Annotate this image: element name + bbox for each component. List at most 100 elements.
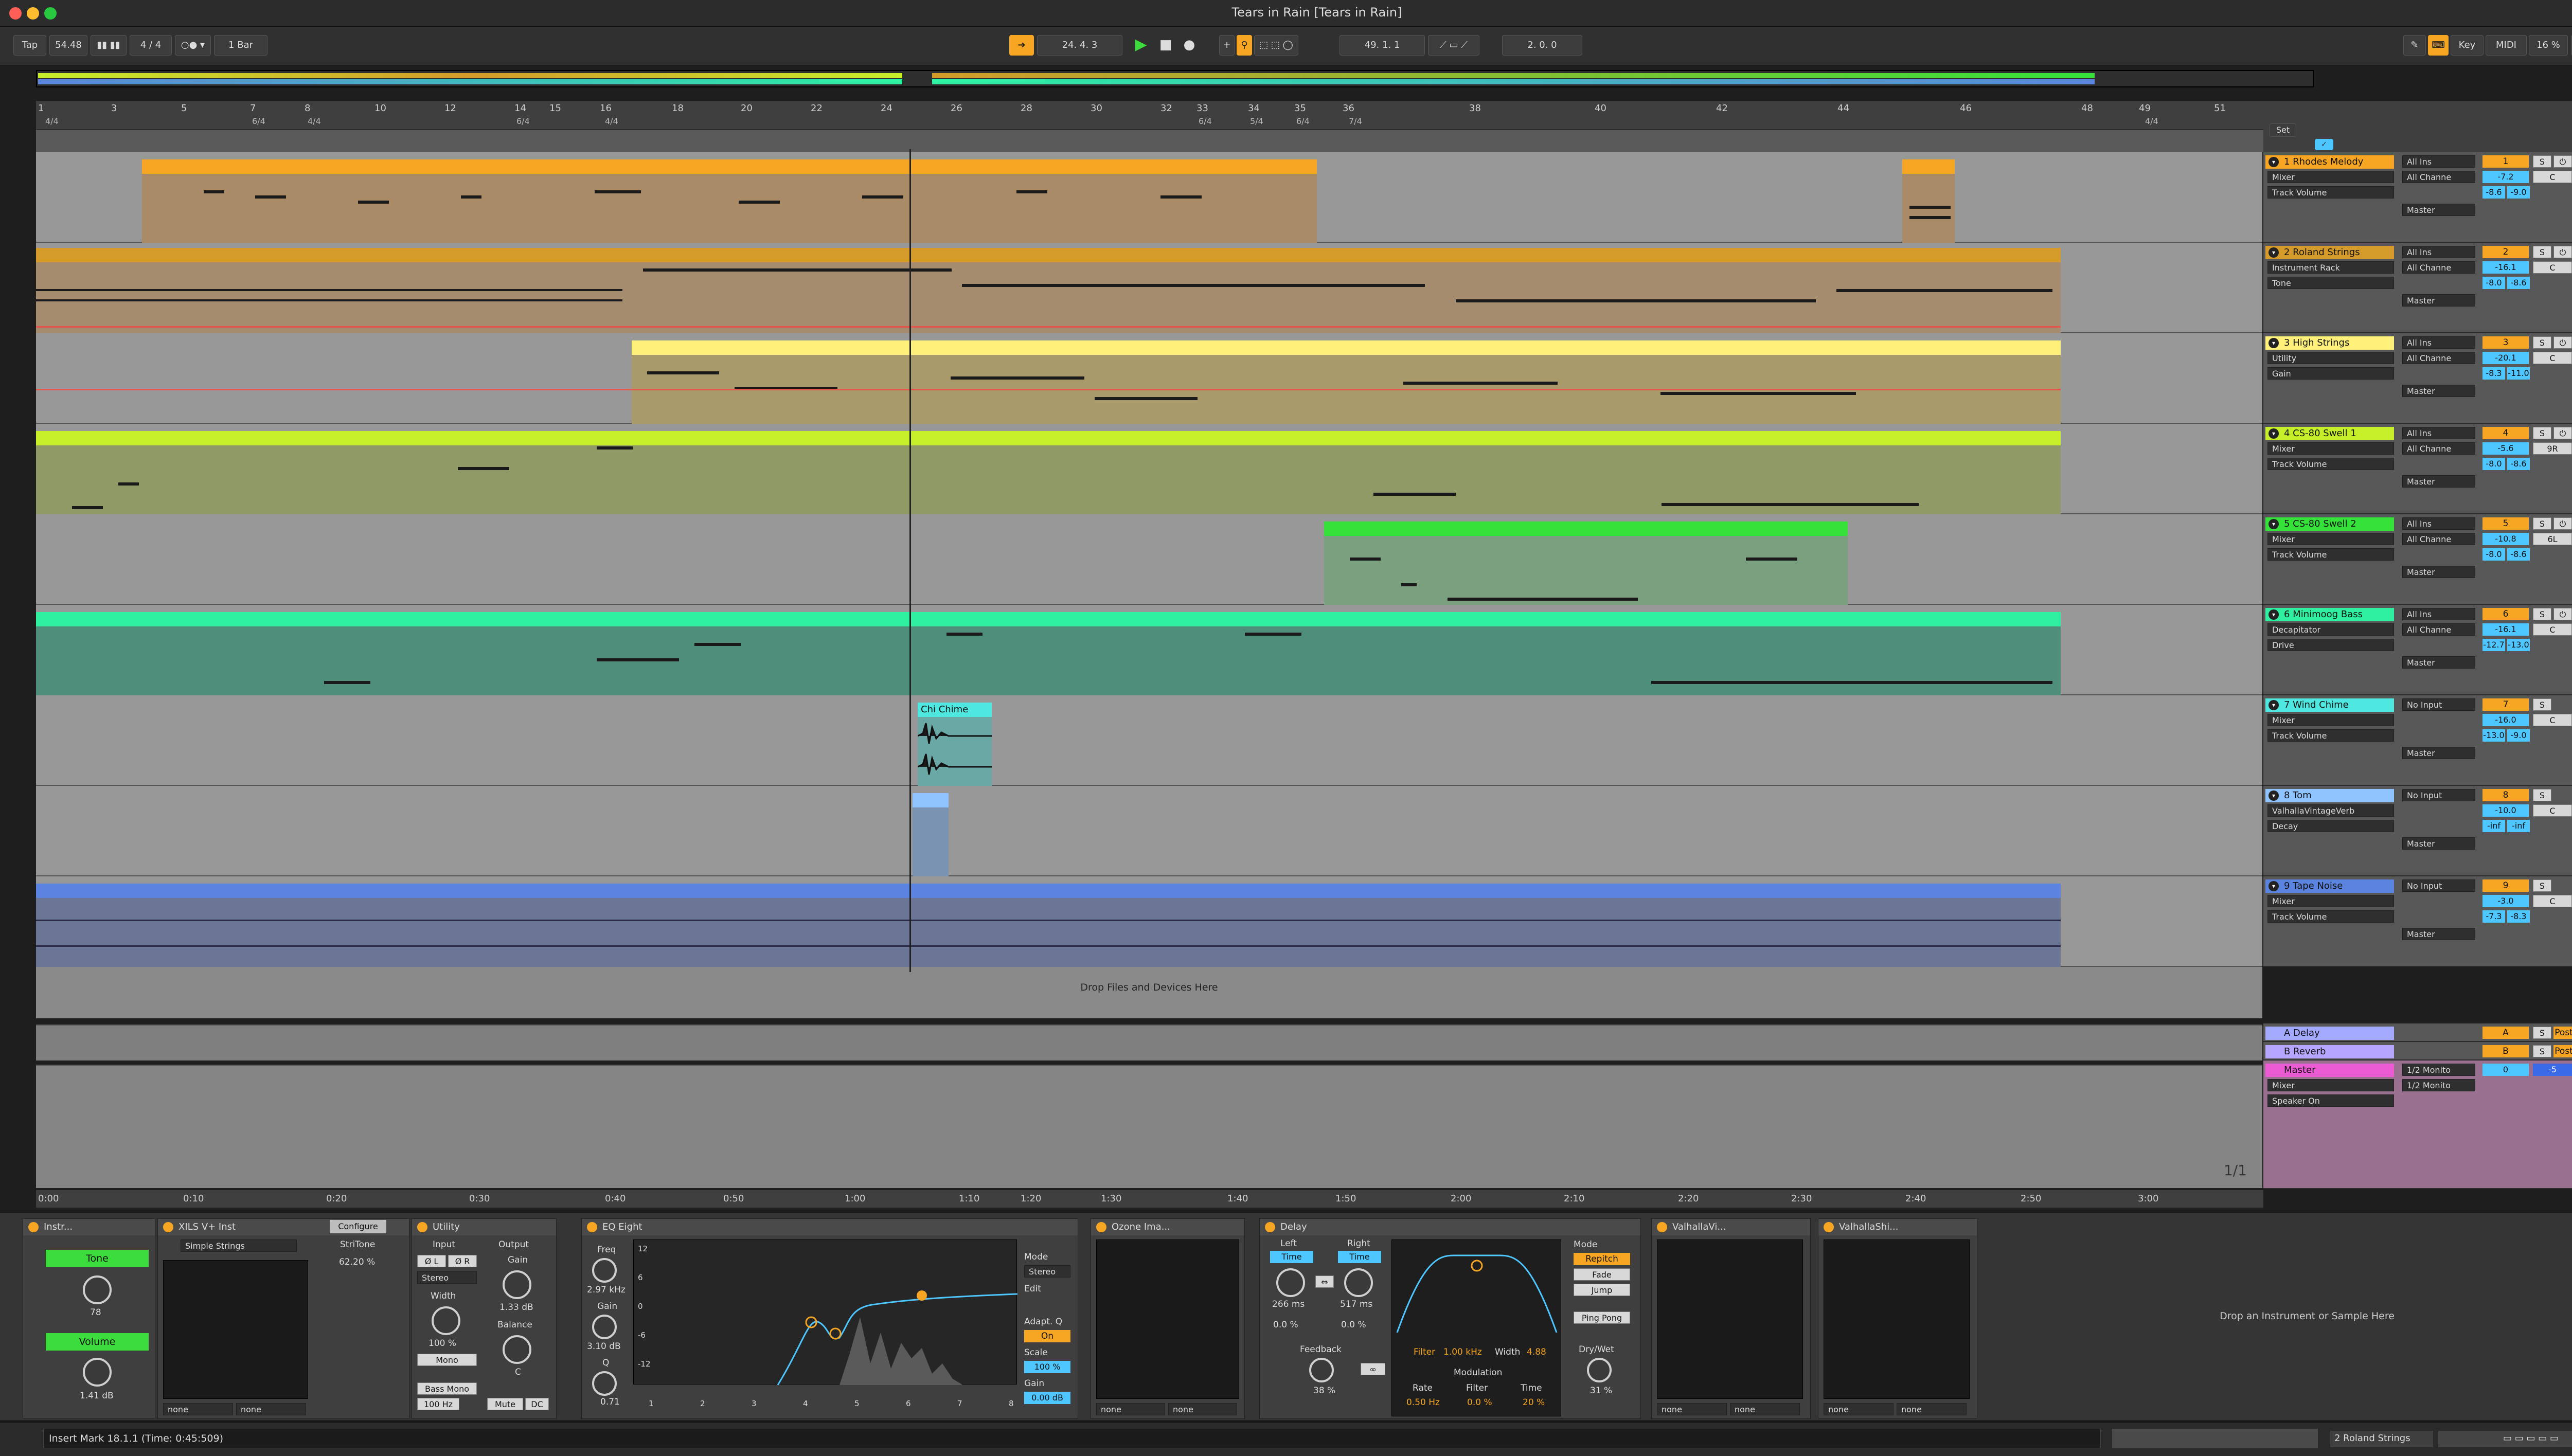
- track-activator[interactable]: 3: [2482, 336, 2529, 349]
- cue-volume[interactable]: 0: [2482, 1064, 2529, 1076]
- output-type[interactable]: Master: [2402, 204, 2475, 216]
- left-time-toggle[interactable]: Time: [1270, 1251, 1313, 1263]
- eq-eight-device[interactable]: EQ Eight Freq 2.97 kHz Gain 3.10 dB Q 0.…: [581, 1218, 1078, 1419]
- pan-field[interactable]: C: [2533, 171, 2572, 183]
- macro-tone-knob[interactable]: [83, 1275, 112, 1304]
- dry-wet-value[interactable]: 31 %: [1590, 1386, 1612, 1396]
- quantize-menu[interactable]: 1 Bar: [214, 35, 267, 56]
- band-8-toggle[interactable]: 8: [1009, 1399, 1014, 1408]
- track-header-6[interactable]: 6 Minimoog Bass ▾ Decapitator Drive All …: [2263, 605, 2572, 695]
- return-header-a[interactable]: A Delay A S Post: [2263, 1023, 2572, 1042]
- input-channel[interactable]: All Channe: [2402, 261, 2475, 274]
- filter-display[interactable]: Filter 1.00 kHz Width 4.88 Modulation Ra…: [1391, 1239, 1561, 1416]
- track-activator[interactable]: 7: [2482, 698, 2529, 711]
- output-chooser[interactable]: none: [1096, 1403, 1165, 1415]
- time-signature-marker[interactable]: 4/4: [45, 116, 59, 126]
- pan-field[interactable]: C: [2533, 261, 2572, 274]
- track-activator[interactable]: 2: [2482, 246, 2529, 258]
- output-chooser[interactable]: none: [1730, 1403, 1800, 1415]
- device-chooser[interactable]: Decapitator: [2267, 623, 2394, 636]
- stop-button[interactable]: ■: [1155, 35, 1176, 56]
- capture-buttons[interactable]: ⬚ ⬚ ◯: [1254, 35, 1298, 56]
- param-value[interactable]: 62.20 %: [339, 1257, 375, 1267]
- fold-icon[interactable]: ▾: [2269, 881, 2279, 891]
- solo-button[interactable]: S: [2533, 789, 2551, 801]
- midi-clip[interactable]: [1902, 159, 1955, 243]
- param-chooser[interactable]: Track Volume: [2267, 186, 2394, 199]
- output-type[interactable]: Master: [2402, 837, 2475, 850]
- track-name[interactable]: 4 CS-80 Swell 1: [2265, 427, 2394, 440]
- configure-button[interactable]: Configure: [330, 1220, 386, 1233]
- clip-header[interactable]: [142, 159, 1317, 174]
- track-name[interactable]: 7 Wind Chime: [2265, 698, 2394, 712]
- pan-field[interactable]: 6L: [2533, 533, 2572, 545]
- output-chooser[interactable]: none: [1168, 1403, 1237, 1415]
- arm-button[interactable]: ⏻: [2553, 155, 2572, 168]
- metronome-button[interactable]: ○● ▾: [175, 35, 211, 56]
- solo-button[interactable]: S: [2533, 1027, 2551, 1039]
- output-type[interactable]: Master: [2402, 747, 2475, 759]
- track-name[interactable]: 6 Minimoog Bass: [2265, 608, 2394, 621]
- pan-field[interactable]: C: [2533, 352, 2572, 364]
- device-chooser[interactable]: Mixer: [2267, 442, 2394, 455]
- track-name[interactable]: A Delay: [2265, 1027, 2394, 1040]
- plugin-display[interactable]: [1657, 1239, 1803, 1399]
- track-header-9[interactable]: 9 Tape Noise ▾ Mixer Track Volume No Inp…: [2263, 876, 2572, 967]
- track-name[interactable]: 5 CS-80 Swell 2: [2265, 517, 2394, 531]
- solo-button[interactable]: S: [2533, 427, 2551, 439]
- track-name[interactable]: 9 Tape Noise: [2265, 879, 2394, 893]
- send-b-field[interactable]: -11.0: [2507, 367, 2530, 380]
- volume-field[interactable]: -16.0: [2482, 714, 2529, 726]
- device-chooser[interactable]: Mixer: [2267, 714, 2394, 726]
- device-power-button[interactable]: [1657, 1222, 1667, 1232]
- output-chooser[interactable]: none: [1657, 1403, 1727, 1415]
- link-button[interactable]: ⇔: [1315, 1275, 1334, 1288]
- nudge-buttons[interactable]: ▮▮ ▮▮: [91, 35, 127, 56]
- device-chooser[interactable]: Mixer: [2267, 895, 2394, 907]
- freeze-button[interactable]: ∞: [1361, 1363, 1385, 1375]
- track-activator[interactable]: 1: [2482, 155, 2529, 168]
- send-b-field[interactable]: -9.0: [2507, 186, 2530, 199]
- solo-button[interactable]: S: [2533, 1045, 2551, 1057]
- status-mini-overview[interactable]: [2112, 1429, 2318, 1448]
- ping-pong-button[interactable]: Ping Pong: [1574, 1311, 1630, 1324]
- param-chooser[interactable]: Gain: [2267, 367, 2394, 380]
- output-type[interactable]: Master: [2402, 566, 2475, 578]
- device-title[interactable]: Delay: [1260, 1219, 1640, 1235]
- device-title[interactable]: EQ Eight: [582, 1219, 1078, 1235]
- beat-time-ruler[interactable]: 1 3 5 7 8 10 12 14 15 16 18 20 22 24 26 …: [36, 101, 2263, 130]
- device-title[interactable]: ValhallaVi...: [1652, 1219, 1810, 1235]
- dc-button[interactable]: DC: [525, 1398, 549, 1410]
- device-power-button[interactable]: [1824, 1222, 1834, 1232]
- feedback-knob[interactable]: [1309, 1358, 1334, 1382]
- track-name[interactable]: 3 High Strings: [2265, 336, 2394, 350]
- master-header[interactable]: Master Mixer Speaker On 1/2 Monito 1/2 M…: [2263, 1060, 2572, 1189]
- param-chooser[interactable]: Track Volume: [2267, 458, 2394, 470]
- send-a-field[interactable]: -7.3: [2482, 910, 2505, 923]
- master-output[interactable]: 1/2 Monito: [2402, 1079, 2475, 1091]
- band-3-toggle[interactable]: 3: [752, 1399, 757, 1408]
- input-type[interactable]: All Ins: [2402, 427, 2475, 439]
- param-chooser[interactable]: Speaker On: [2267, 1094, 2394, 1107]
- track-name[interactable]: 1 Rhodes Melody: [2265, 155, 2394, 169]
- xils-instrument-device[interactable]: XILS V+ Inst Configure Simple Strings St…: [157, 1218, 409, 1419]
- phase-right-button[interactable]: Ø R: [448, 1255, 477, 1267]
- send-a-field[interactable]: -8.3: [2482, 367, 2505, 380]
- midi-clip[interactable]: [36, 612, 2061, 695]
- right-delay-knob[interactable]: [1344, 1268, 1373, 1297]
- input-channel[interactable]: All Channe: [2402, 442, 2475, 455]
- output-chooser[interactable]: none: [1897, 1403, 1967, 1415]
- track-activator[interactable]: B: [2482, 1045, 2529, 1057]
- macro-volume-knob[interactable]: [83, 1358, 112, 1387]
- left-offset-value[interactable]: 0.0 %: [1273, 1320, 1298, 1330]
- volume-field[interactable]: -7.2: [2482, 171, 2529, 183]
- send-b-field[interactable]: -8.6: [2507, 548, 2530, 561]
- mod-filter-value[interactable]: 0.0 %: [1467, 1397, 1492, 1408]
- band-7-toggle[interactable]: 7: [957, 1399, 962, 1408]
- send-b-field[interactable]: -13.0: [2507, 639, 2530, 651]
- plugin-display[interactable]: [1824, 1239, 1970, 1399]
- loop-start-field[interactable]: 49. 1. 1: [1339, 35, 1425, 56]
- macro-volume-label[interactable]: Volume: [46, 1333, 149, 1351]
- play-button[interactable]: ▶: [1130, 35, 1152, 56]
- fade-button[interactable]: Fade: [1574, 1268, 1630, 1281]
